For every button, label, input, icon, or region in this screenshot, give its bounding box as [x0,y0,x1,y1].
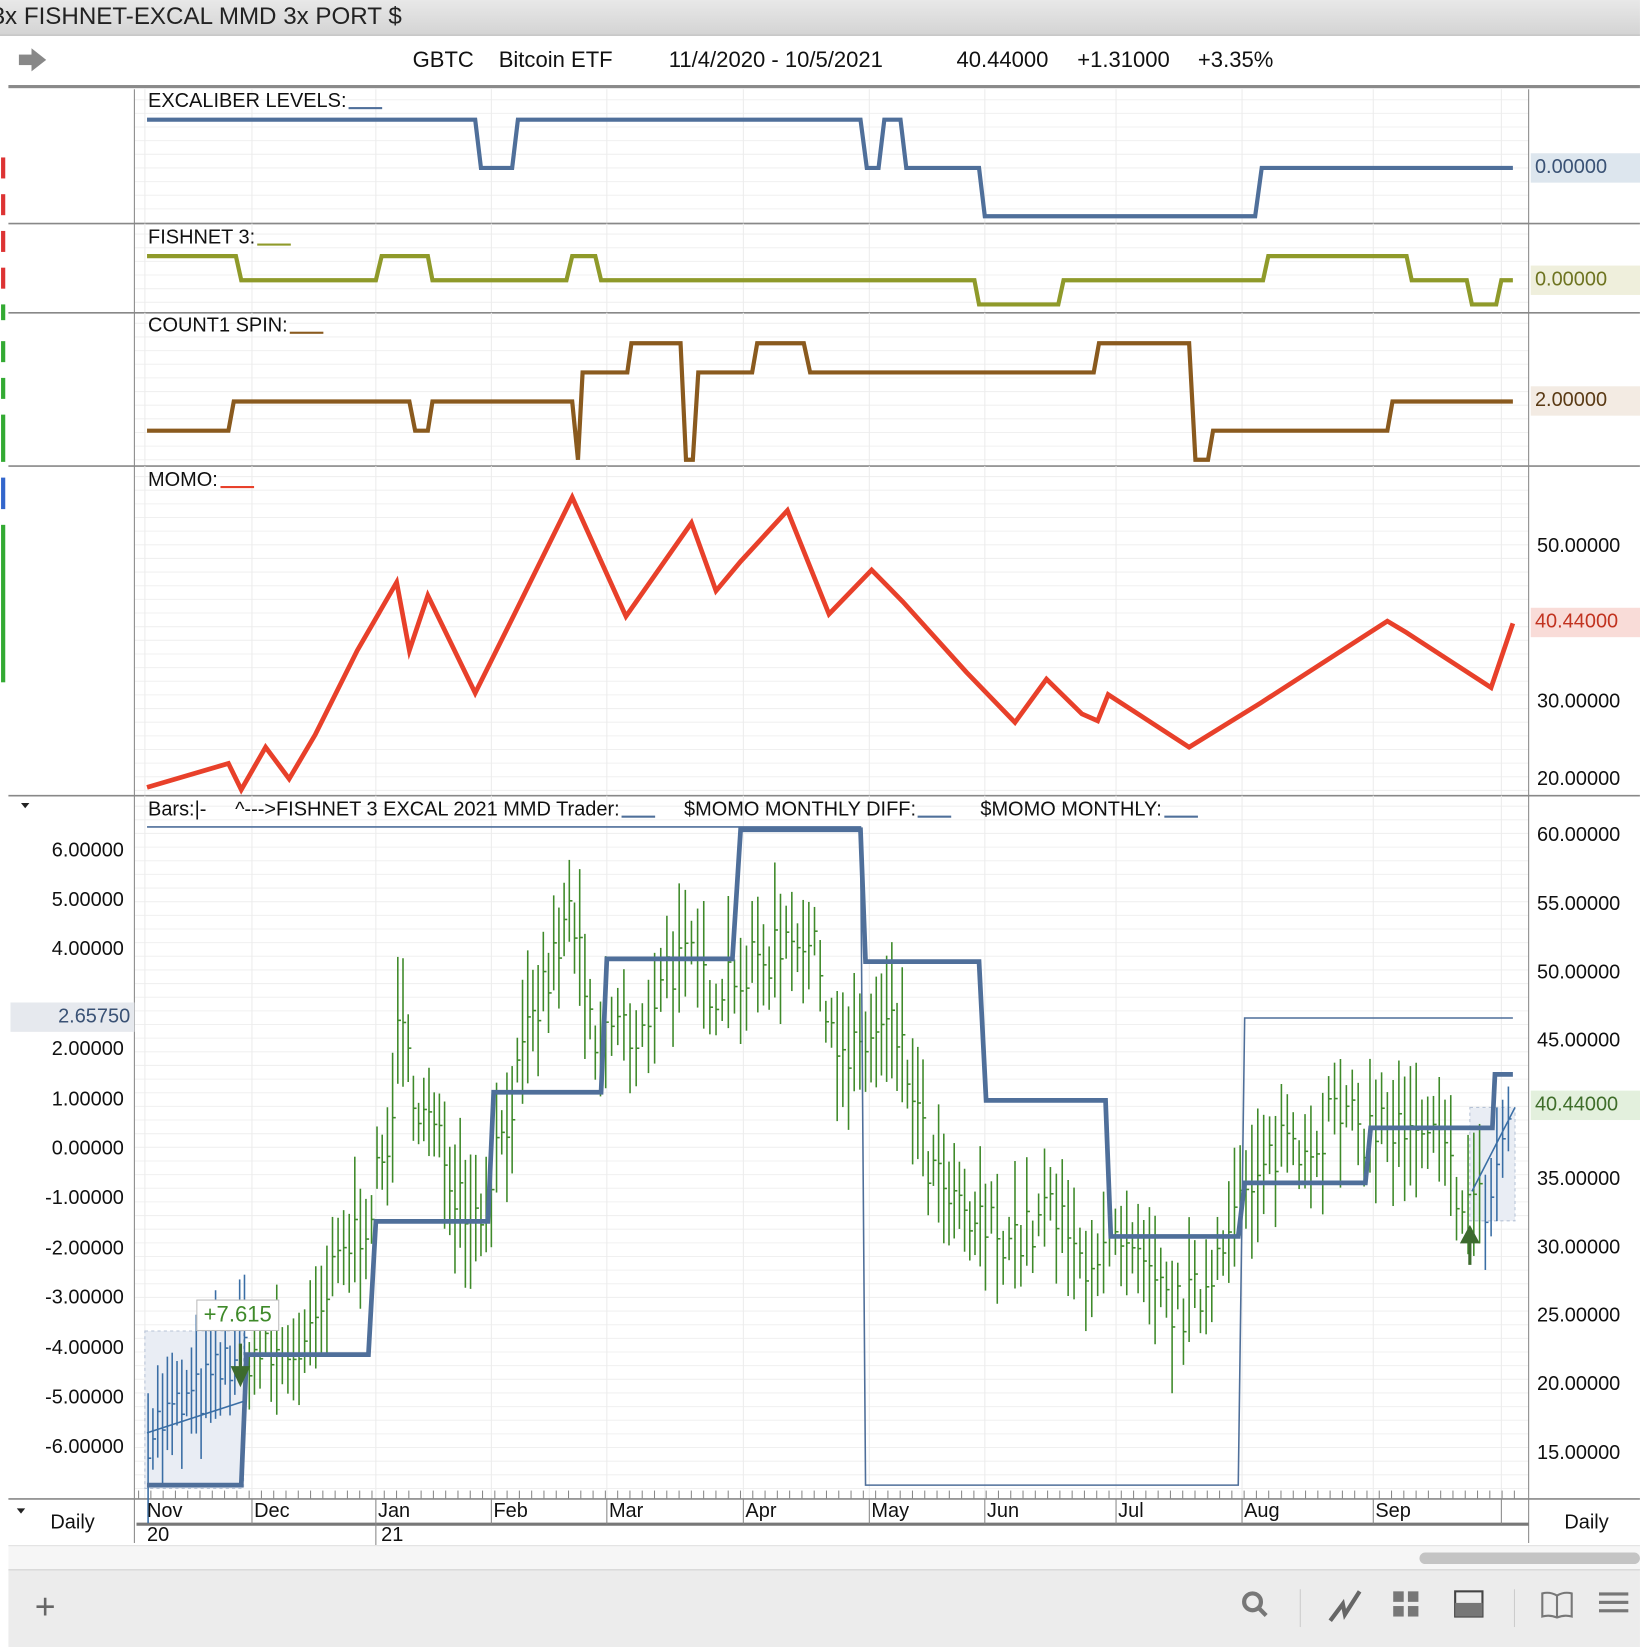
signal-marker [1,194,6,216]
scrollbar-thumb[interactable] [1419,1552,1640,1565]
mmd-trader-line [147,827,1513,1488]
bottom-toolbar: + [8,1569,1640,1647]
signal-marker [1,414,6,462]
draw-icon[interactable] [1327,1589,1363,1625]
month-label: Aug [1244,1500,1280,1523]
year-label: 21 [381,1524,404,1547]
interval-selector-right[interactable]: Daily [1564,1512,1608,1535]
left-axis-tick: 2.00000 [51,1038,124,1061]
legend-momo-diff: $MOMO MONTHLY DIFF: [684,798,917,821]
momo-tick: 20.00000 [1537,768,1621,791]
search-icon[interactable] [1237,1589,1273,1625]
legend-trader: ^--->FISHNET 3 EXCAL 2021 MMD Trader: [235,798,620,821]
right-axis-tick: 45.00000 [1537,1029,1621,1052]
fishnet-value-badge: 0.00000 [1530,265,1640,295]
up-arrow-icon [1459,1224,1480,1265]
right-axis-tick: 35.00000 [1537,1168,1621,1191]
signal-marker [1,157,6,179]
signal-marker [1,524,6,683]
right-axis-tick: 25.00000 [1537,1304,1621,1327]
left-axis-tick: 0.00000 [51,1137,124,1160]
left-axis-tick: -2.00000 [45,1237,124,1260]
left-axis-tick: -4.00000 [45,1336,124,1359]
month-label: Sep [1375,1500,1411,1523]
signal-marker [1,304,6,321]
fishnet-label: FISHNET 3: [148,227,291,250]
signal-marker [1,230,6,252]
price-value-badge: 40.44000 [1530,1090,1640,1121]
right-axis-tick: 20.00000 [1537,1373,1621,1396]
month-label: Jan [377,1500,411,1523]
left-axis-tick: -6.00000 [45,1436,124,1459]
book-icon[interactable] [1539,1589,1575,1625]
gain-annotation: +7.615 [196,1299,280,1332]
horizontal-scrollbar[interactable] [8,1545,1640,1570]
legend-bars: Bars:|- [148,798,207,821]
interval-selector-left[interactable]: Daily [50,1512,94,1535]
signal-marker [1,477,6,510]
month-label: Nov [146,1500,183,1523]
toolbar-divider [1513,1589,1516,1628]
left-axis-tick: -1.00000 [45,1187,124,1210]
toolbar-divider [1299,1589,1301,1628]
left-axis-tick: -5.00000 [45,1386,124,1409]
month-label: May [871,1500,910,1523]
momo-label: MOMO: [148,469,254,492]
chart-window: 3x FISHNET-EXCAL MMD 3x PORT $ GBTC Bitc… [0,0,1640,1647]
momo-monthly-line [147,826,1513,1486]
add-icon[interactable]: + [27,1589,63,1625]
count1-value-badge: 2.00000 [1530,386,1640,416]
year-label: 20 [146,1524,170,1547]
right-axis-tick: 60.00000 [1537,824,1621,847]
month-label: Apr [745,1500,777,1523]
left-axis-tick: 5.00000 [51,889,124,912]
momo-line [146,491,1516,795]
panel-dropdown-icon[interactable] [20,803,30,809]
menu-icon[interactable] [1596,1589,1632,1625]
excaliber-label: EXCALIBER LEVELS: [148,90,383,113]
momo-tick: 30.00000 [1537,690,1621,713]
signal-marker [1,377,6,399]
left-axis-badge: 2.65750 [10,1002,135,1032]
main-legend: Bars:|- ^--->FISHNET 3 EXCAL 2021 MMD Tr… [148,798,1198,822]
count1-spin-line [147,341,1513,462]
right-axis-tick: 15.00000 [1537,1442,1621,1465]
signal-marker [1,341,6,363]
fishnet-3-line [147,254,1513,307]
month-label: Jun [986,1500,1020,1523]
month-label: Dec [254,1500,290,1523]
legend-momo-monthly: $MOMO MONTHLY: [980,798,1162,821]
momo-tick: 50.00000 [1537,535,1621,558]
month-label: Mar [608,1500,644,1523]
left-axis-tick: 1.00000 [51,1088,124,1111]
right-axis-tick: 30.00000 [1537,1236,1621,1259]
highlight-region [144,1330,245,1489]
count1-label: COUNT1 SPIN: [148,315,324,338]
left-axis-tick: -3.00000 [45,1287,124,1310]
month-label: Feb [493,1500,528,1523]
month-label: Jul [1118,1500,1144,1523]
right-axis-tick: 55.00000 [1537,893,1621,916]
momo-value-badge: 40.44000 [1530,607,1640,638]
left-axis-tick: 4.00000 [51,938,124,961]
interval-dropdown-icon[interactable] [16,1508,26,1514]
right-axis-tick: 50.00000 [1537,961,1621,984]
layout-icon[interactable] [1451,1589,1487,1625]
left-axis-tick: 6.00000 [51,839,124,862]
grid-icon[interactable] [1388,1589,1424,1625]
signal-marker [1,267,6,289]
excaliber-value-badge: 0.00000 [1530,153,1640,183]
